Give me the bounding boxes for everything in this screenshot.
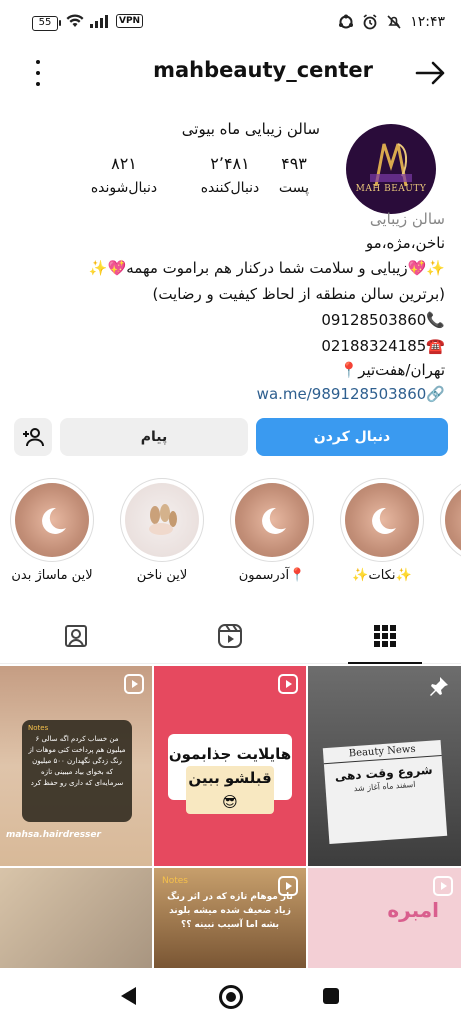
active-tab-indicator xyxy=(348,662,422,664)
more-vertical-icon[interactable] xyxy=(26,60,50,86)
back-arrow-icon[interactable] xyxy=(411,58,447,88)
notes-header: Notes xyxy=(162,876,188,886)
avatar-caption: MAH BEAUTY xyxy=(355,184,427,194)
stat-followers-value: ۲٬۴۸۱ xyxy=(210,154,250,173)
newspaper-title: Beauty News xyxy=(322,740,442,765)
system-nav-bar xyxy=(0,968,461,1024)
highlight-label: لاین ناخن xyxy=(136,568,188,583)
highlight-label: لاین ماساژ بدن xyxy=(11,568,93,583)
notes-text: من خساب کردم اگه سالی ۶ میلیون هم پرداخت… xyxy=(28,735,126,787)
alarm-icon xyxy=(363,14,377,30)
signal-icon xyxy=(90,15,108,28)
follow-button[interactable]: دنبال کردن xyxy=(256,418,448,456)
nav-home-icon[interactable] xyxy=(219,985,243,1009)
profile-header: mahbeauty_center xyxy=(0,46,461,100)
tab-reels[interactable] xyxy=(210,616,250,656)
bio-category: سالن زیبایی xyxy=(369,210,445,228)
reel-icon xyxy=(433,876,453,896)
post-thumbnail[interactable]: Beauty News شروع وقت دهی اسفند ماه آغاز … xyxy=(308,666,461,866)
highlight-item[interactable]: آدرسمون📍 xyxy=(224,478,320,583)
page-title: mahbeauty_center xyxy=(153,58,373,82)
reel-icon xyxy=(124,674,144,694)
highlight-label: آدرسمون📍 xyxy=(238,568,306,583)
notes-card: Notes من خساب کردم اگه سالی ۶ میلیون هم … xyxy=(22,720,132,822)
post-thumbnail[interactable]: امبره xyxy=(308,868,461,968)
stat-followers-label: دنبال‌کننده xyxy=(200,180,260,196)
clock: ۱۲:۴۳ xyxy=(410,14,445,30)
notes-text: تار موهام تازه که در اثر رنگ زیاد ضعیف ش… xyxy=(167,892,293,930)
post-thumbnail[interactable]: Notes من خساب کردم اگه سالی ۶ میلیون هم … xyxy=(0,666,152,866)
tab-grid[interactable] xyxy=(365,616,405,656)
watermark: mahsa.hairdresser xyxy=(6,830,101,840)
stat-following[interactable]: ۸۲۱ دنبال‌شونده xyxy=(82,152,166,200)
post-thumbnail[interactable]: هایلایت جذابمون قبلشو ببین😎 xyxy=(154,666,306,866)
add-user-button[interactable] xyxy=(14,418,52,456)
avatar[interactable]: MAH BEAUTY xyxy=(346,124,436,214)
stat-following-value: ۸۲۱ xyxy=(111,154,137,173)
promo-line: قبلشو ببین😎 xyxy=(186,766,274,814)
bio-line: ناخن،مژه،مو xyxy=(365,234,445,252)
grid-icon xyxy=(374,625,396,647)
promo-box: هایلایت جذابمون قبلشو ببین😎 xyxy=(168,734,292,814)
logo-icon xyxy=(370,143,412,187)
nails-icon xyxy=(149,504,177,535)
tagged-icon xyxy=(65,625,87,647)
nav-recents-icon[interactable] xyxy=(323,988,339,1004)
post-thumbnail[interactable]: Notes تار موهام تازه که در اثر رنگ زیاد … xyxy=(154,868,306,968)
highlight-item[interactable]: لاین ناخن xyxy=(114,478,210,583)
reels-icon xyxy=(218,624,242,648)
highlight-item[interactable]: لاین ماساژ بدن xyxy=(4,478,100,583)
mute-icon xyxy=(387,15,401,29)
tab-tagged[interactable] xyxy=(56,616,96,656)
message-button[interactable]: پیام xyxy=(60,418,248,456)
post-thumbnail[interactable] xyxy=(0,868,152,968)
add-user-icon xyxy=(23,428,44,447)
nav-back-icon[interactable] xyxy=(120,986,138,1006)
battery-icon: 55 xyxy=(32,16,61,31)
highlight-label: ✨نکات✨ xyxy=(352,568,412,583)
wifi-icon xyxy=(66,14,84,27)
vpn-badge: VPN xyxy=(116,14,144,28)
profile-tabs xyxy=(0,606,461,664)
bio-line: (برترین سالن منطقه از لحاظ کیفیت و رضایت… xyxy=(152,285,445,303)
newspaper: Beauty News شروع وقت دهی اسفند ماه آغاز … xyxy=(322,740,448,844)
pin-icon xyxy=(430,677,448,696)
stat-followers[interactable]: ۲٬۴۸۱ دنبال‌کننده xyxy=(190,152,270,200)
bio-location: 📍تهران/هفت‌تیر xyxy=(339,361,446,379)
story-highlights: ✨نکات✨ آدرسمون📍 لاین ناخن لاین ماساژ بدن xyxy=(0,478,461,598)
highlight-item[interactable]: ✨نکات✨ xyxy=(334,478,430,583)
posts-grid: Notes من خساب کردم اگه سالی ۶ میلیون هم … xyxy=(0,666,461,968)
status-icons-right: ۱۲:۴۳ xyxy=(338,14,445,30)
notes-header: Notes xyxy=(28,724,49,732)
moon-icon xyxy=(42,507,66,534)
display-name: سالن زیبایی ماه بیوتی xyxy=(181,120,320,138)
highlight-item[interactable] xyxy=(440,478,461,562)
moon-icon xyxy=(372,507,396,534)
stat-following-label: دنبال‌شونده xyxy=(90,180,158,196)
post-caption-word: امبره xyxy=(387,898,439,922)
bio-link[interactable]: wa.me/989128503860🔗 xyxy=(16,385,445,403)
status-bar: 55 VPN ۱۲:۴۳ xyxy=(0,0,461,46)
sync-icon xyxy=(339,14,354,29)
promo-line: هایلایت جذابمون xyxy=(168,745,292,763)
bio-phone-mobile[interactable]: 09128503860📞 xyxy=(16,311,445,329)
reel-icon xyxy=(278,674,298,694)
bio-line: ✨💖زیبایی و سلامت شما درکنار هم براموت مه… xyxy=(88,259,445,277)
status-icons-left: VPN xyxy=(66,14,144,28)
moon-icon xyxy=(262,507,286,534)
notes-card: Notes تار موهام تازه که در اثر رنگ زیاد … xyxy=(154,868,306,968)
bio-phone-landline[interactable]: 02188324185☎️ xyxy=(16,337,445,355)
